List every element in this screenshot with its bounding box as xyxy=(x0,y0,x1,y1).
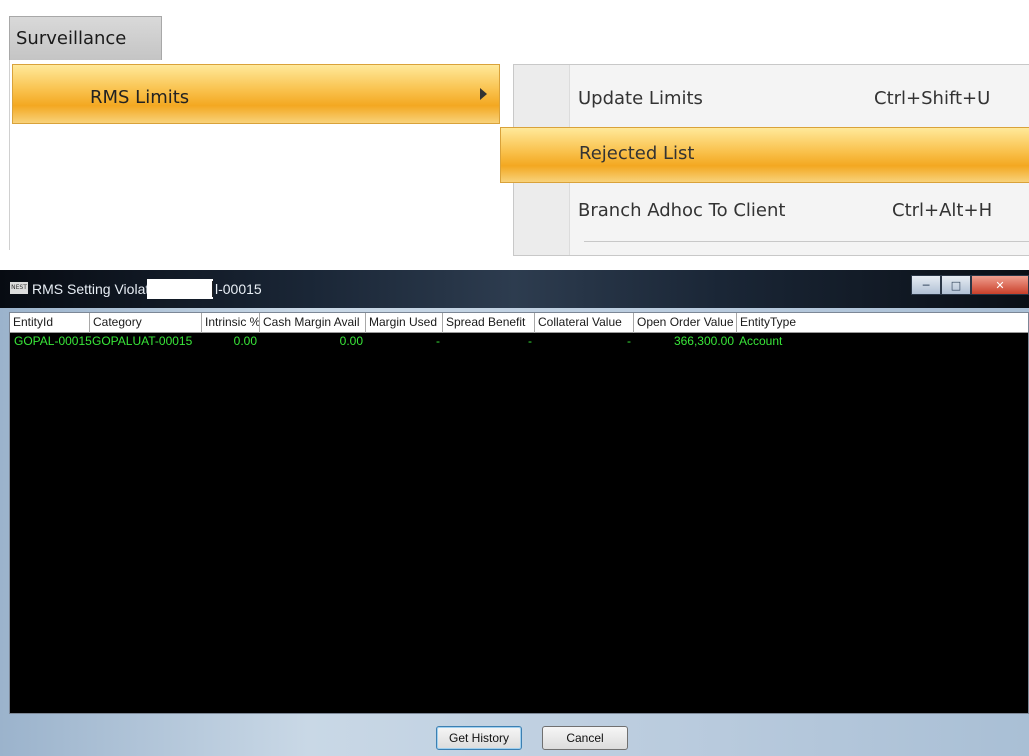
submenu-item-shortcut: Ctrl+Shift+U xyxy=(874,88,991,109)
col-header-entitytype[interactable]: EntityType xyxy=(737,313,897,333)
cell-spread-benefit: - xyxy=(528,334,532,348)
cell-cash-margin-avail: 0.00 xyxy=(339,334,363,348)
surveillance-menu-tab[interactable]: Surveillance xyxy=(9,16,162,61)
window-controls: ─ □ ✕ xyxy=(911,275,1029,295)
col-header-intrinsic[interactable]: Intrinsic % xyxy=(202,313,260,333)
redacted-box xyxy=(147,279,213,299)
submenu-item-label: Update Limits xyxy=(578,88,703,109)
menu-item-rms-limits[interactable]: RMS Limits xyxy=(12,64,500,124)
submenu-item-label: Branch Adhoc To Client xyxy=(578,200,786,221)
get-history-button[interactable]: Get History xyxy=(436,726,522,750)
menu-item-rms-limits-label: RMS Limits xyxy=(90,87,190,108)
cancel-button[interactable]: Cancel xyxy=(542,726,628,750)
rms-limits-submenu: Update Limits Ctrl+Shift+U Rejected List… xyxy=(500,64,1029,256)
submenu-item-label: Rejected List xyxy=(579,143,695,164)
cell-collateral-value: - xyxy=(627,334,631,348)
submenu-item-rejected-list[interactable]: Rejected List xyxy=(500,127,1029,183)
cell-open-order-value: 366,300.00 xyxy=(673,334,734,348)
col-header-cash-margin-avail[interactable]: Cash Margin Avail xyxy=(260,313,366,333)
col-header-entityid[interactable]: EntityId xyxy=(10,313,90,333)
cell-entitytype: Account xyxy=(739,334,783,348)
app-icon: NEST xyxy=(10,282,28,294)
window-titlebar[interactable]: NEST RMS Setting Violation - l-00015 ─ □… xyxy=(0,270,1029,308)
col-header-spread-benefit[interactable]: Spread Benefit xyxy=(443,313,535,333)
submenu-item-shortcut: Ctrl+Alt+H xyxy=(892,200,993,221)
window-title-suffix: l-00015 xyxy=(212,281,262,297)
submenu-arrow-icon xyxy=(480,88,487,100)
rms-setting-violation-window: NEST RMS Setting Violation - l-00015 ─ □… xyxy=(0,270,1029,756)
close-icon[interactable]: ✕ xyxy=(971,275,1029,295)
col-header-open-order-value[interactable]: Open Order Value xyxy=(634,313,737,333)
cell-margin-used: - xyxy=(436,334,440,348)
cell-intrinsic: 0.00 xyxy=(233,334,257,348)
maximize-icon[interactable]: □ xyxy=(941,275,971,295)
minimize-icon[interactable]: ─ xyxy=(911,275,941,295)
submenu-separator xyxy=(584,241,1029,242)
submenu-item-update-limits[interactable]: Update Limits Ctrl+Shift+U xyxy=(514,73,1029,129)
submenu-item-branch-adhoc-to-client[interactable]: Branch Adhoc To Client Ctrl+Alt+H xyxy=(514,185,1029,241)
surveillance-menu-label: Surveillance xyxy=(16,28,127,49)
cell-entityid: GOPAL-00015 xyxy=(14,334,92,348)
violation-grid[interactable]: EntityId Category Intrinsic % Cash Margi… xyxy=(9,312,1029,714)
col-header-margin-used[interactable]: Margin Used xyxy=(366,313,443,333)
col-header-collateral-value[interactable]: Collateral Value xyxy=(535,313,634,333)
grid-header: EntityId Category Intrinsic % Cash Margi… xyxy=(10,313,1028,333)
cell-category: GOPALUAT-00015 xyxy=(92,334,193,348)
col-header-category[interactable]: Category xyxy=(90,313,202,333)
